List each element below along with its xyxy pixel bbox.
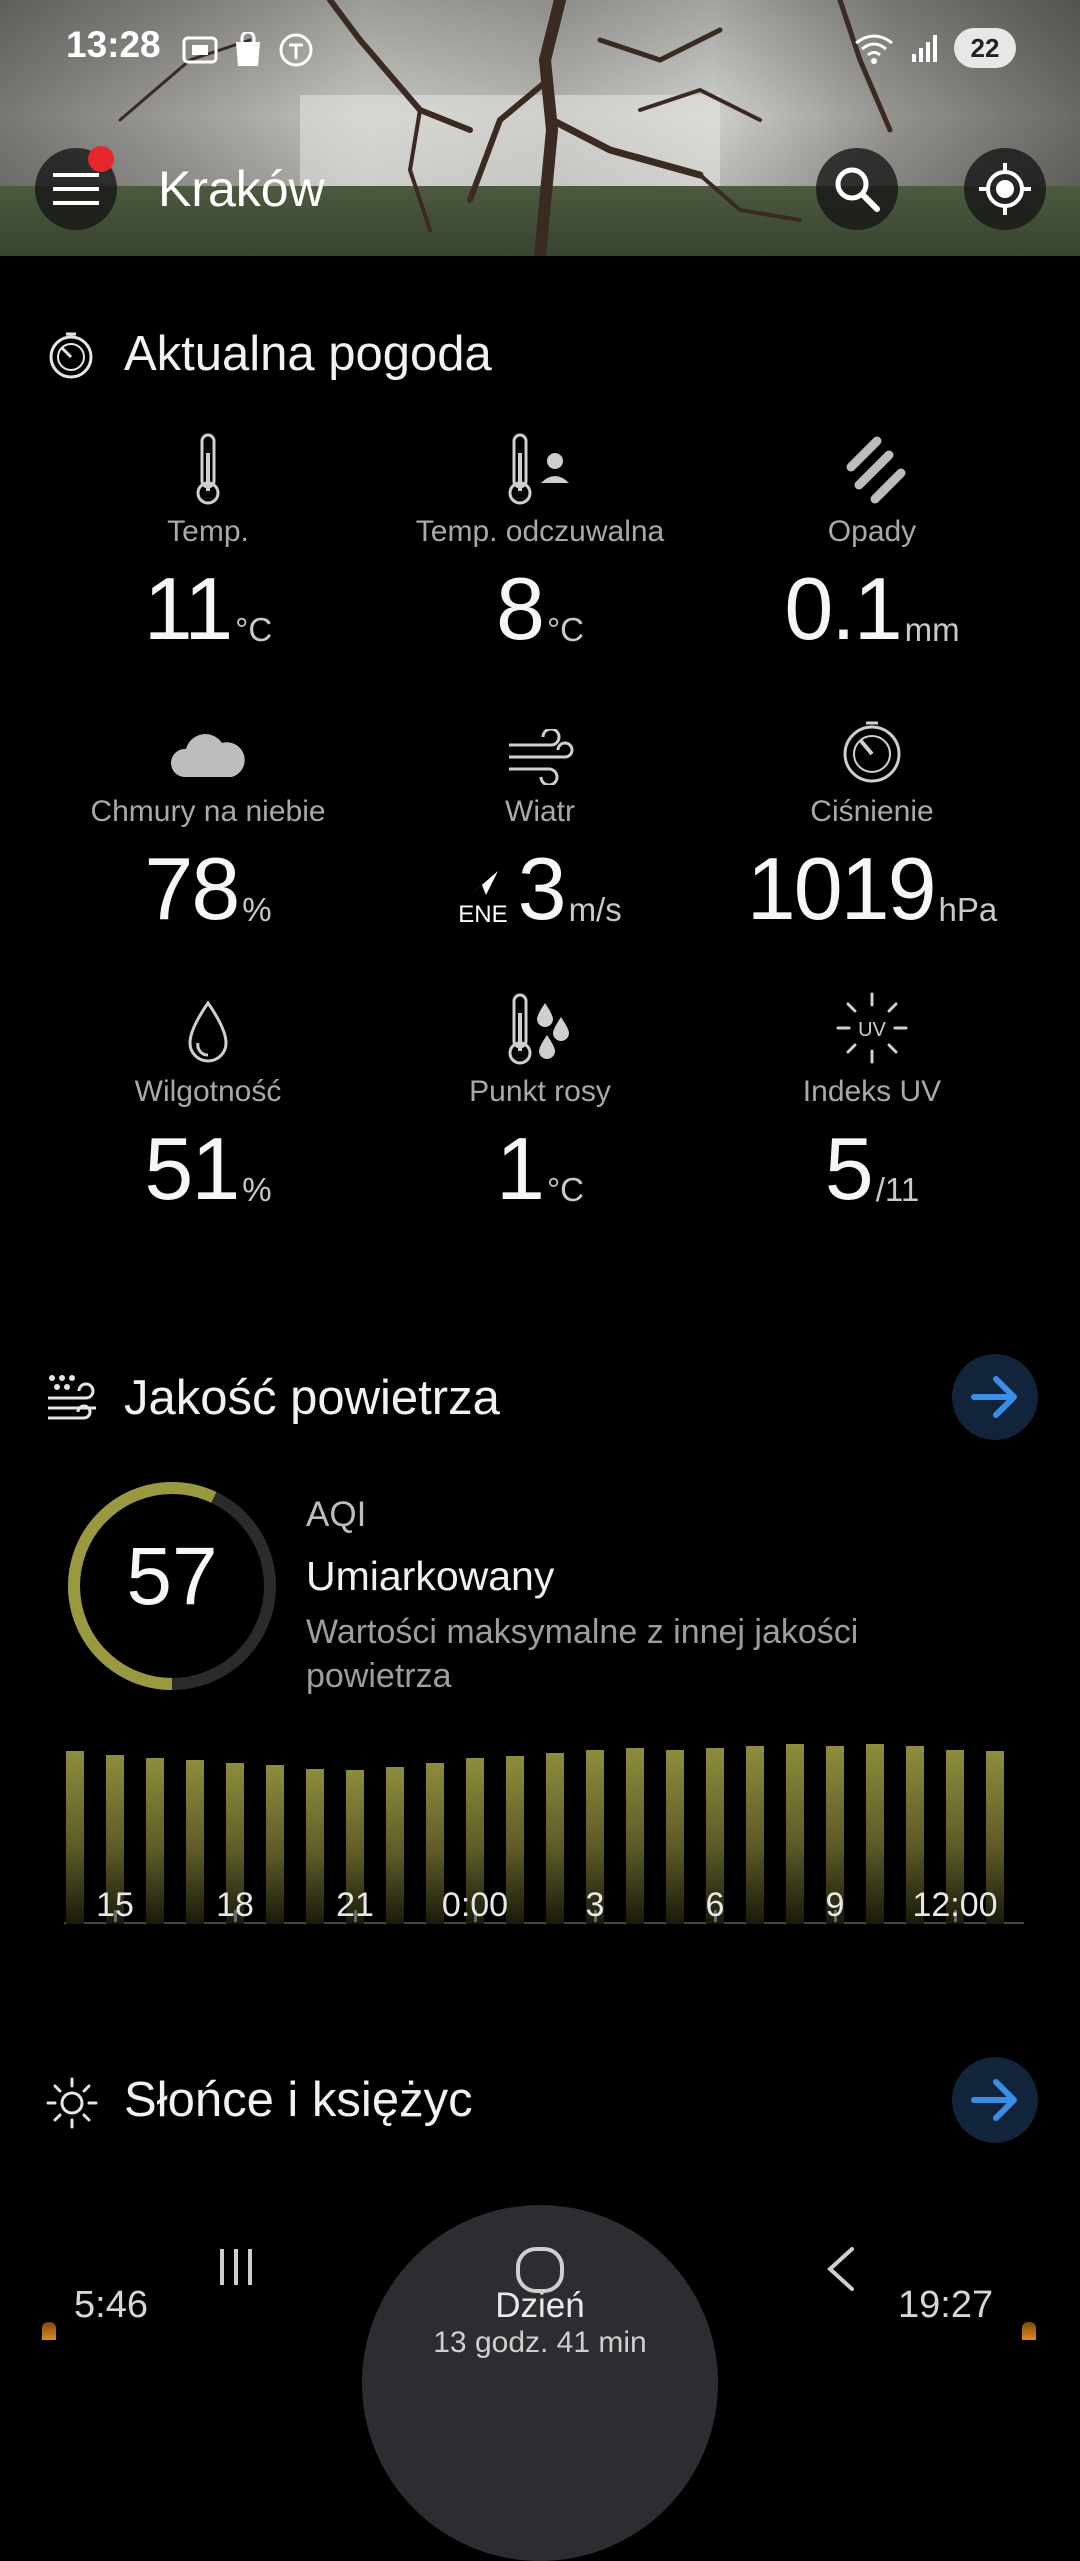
weather-tile-label: Temp. odczuwalna [415,515,665,548]
aqi-label: AQI [306,1495,367,1534]
weather-tile-value: 8 [496,559,545,658]
weather-tile-temp: Temp. 11 °C [28,425,388,653]
wind-icon [509,729,574,785]
weather-tile-value: 51 [144,1119,240,1218]
weather-tile-label: Indeks UV [802,1075,942,1108]
my-location-button[interactable] [964,148,1046,230]
recent-apps-icon[interactable] [216,2245,256,2289]
hamburger-menu-icon [53,173,99,205]
wind-direction-arrow-icon [467,871,498,897]
search-icon [835,167,880,212]
location-target-icon [979,163,1031,215]
weather-tile-feels-like: Temp. odczuwalna 8 °C [360,425,720,653]
sunset-time: 19:27 [898,2284,994,2326]
notification-dot [88,146,114,172]
city-title[interactable]: Kraków [158,160,325,218]
weather-tile-value: 3 [517,839,567,938]
sun-moon-details-button[interactable] [952,2057,1038,2143]
air-quality-title: Jakość powietrza [124,1371,500,1425]
weather-tile-value: 1 [496,1119,545,1218]
weather-tile-unit: % [242,1171,272,1208]
weather-tile-value: 11 [143,559,233,658]
air-quality-details-button[interactable] [952,1354,1038,1440]
chart-tick-label: 18 [216,1886,254,1924]
weather-tile-unit: hPa [938,891,998,928]
dew-point-icon [508,993,569,1065]
home-icon[interactable] [514,2245,566,2295]
wind-direction-label: ENE [458,901,508,928]
uv-icon: UV [836,992,908,1064]
weather-tile-label: Opady [827,515,917,548]
weather-tile-unit: % [242,891,272,928]
weather-tile-label: Chmury na niebie [90,795,326,828]
signal-icon [912,35,937,62]
weather-tile-unit: /11 [875,1171,920,1208]
weather-tile-label: Wilgotność [134,1075,282,1108]
sun-icon [46,2077,98,2129]
arrow-right-icon [971,1376,1017,1418]
chart-tick-label: 6 [705,1886,725,1924]
weather-tile-label: Punkt rosy [469,1075,611,1108]
weather-tile-value: 5 [824,1119,874,1218]
humidity-icon [188,1000,228,1063]
weather-tile-unit: mm [904,611,960,648]
carrier-t-icon [279,33,313,67]
aqi-level: Umiarkowany [306,1553,555,1599]
rain-icon [846,436,906,504]
wind-direction: ENE [458,869,508,929]
aqi-value: 57 [126,1531,218,1622]
weather-tile-unit: °C [546,611,584,648]
weather-tile-clouds: Chmury na niebie 78% [28,705,388,933]
weather-tile-dew-point: Punkt rosy 1 °C [360,985,720,1213]
weather-tile-pressure: Ciśnienie 1019 hPa [692,705,1052,933]
chart-tick-label: 3 [585,1886,605,1924]
aqi-description: Wartości maksymalne z innej jakości powi… [306,1613,859,1695]
chart-tick-label: 21 [336,1886,374,1924]
weather-tile-wind: Wiatr ENE 3 m/s [360,705,720,933]
status-time: 13:28 [66,24,161,65]
status-bar: 13:28 22 [0,0,1080,100]
back-icon[interactable] [822,2245,858,2293]
pressure-icon [843,721,901,783]
weather-tile-value: 78 [144,839,240,938]
thermometer-icon [196,433,220,505]
current-weather-title: Aktualna pogoda [124,327,492,381]
weather-tile-unit: m/s [568,891,622,928]
gauge-icon [49,332,93,379]
svg-text:UV: UV [858,1019,886,1041]
day-length: 13 godz. 41 min [433,2326,647,2359]
feels-like-icon [508,433,569,505]
shopping-bag-icon [236,32,260,66]
arrow-right-icon [971,2079,1017,2121]
chart-tick-label: 12:00 [912,1886,998,1924]
weather-tile-uv: UV Indeks UV 5/11 [692,985,1052,1213]
chart-tick-label: 0:00 [441,1886,509,1924]
battery-indicator: 22 [954,28,1016,68]
chart-tick-label: 15 [96,1886,134,1924]
weather-tile-value: 1019 [746,839,937,938]
weather-tile-precipitation: Opady 0.1 mm [692,425,1052,653]
search-button[interactable] [816,148,898,230]
weather-tile-label: Ciśnienie [810,795,934,828]
screenshot-icon [182,36,218,64]
sunrise-time: 5:46 [74,2284,148,2326]
air-quality-icon [48,1375,96,1420]
weather-tile-label: Temp. [167,515,249,548]
weather-tile-unit: °C [546,1171,584,1208]
wifi-icon [855,34,893,64]
sun-moon-title: Słońce i księżyc [124,2073,473,2127]
weather-tile-unit: °C [235,611,273,648]
weather-tile-label: Wiatr [505,795,575,828]
weather-tile-value: 0.1 [784,559,902,658]
weather-tile-humidity: Wilgotność 51% [28,985,388,1213]
cloud-icon [170,734,245,777]
chart-tick-label: 9 [825,1886,845,1924]
